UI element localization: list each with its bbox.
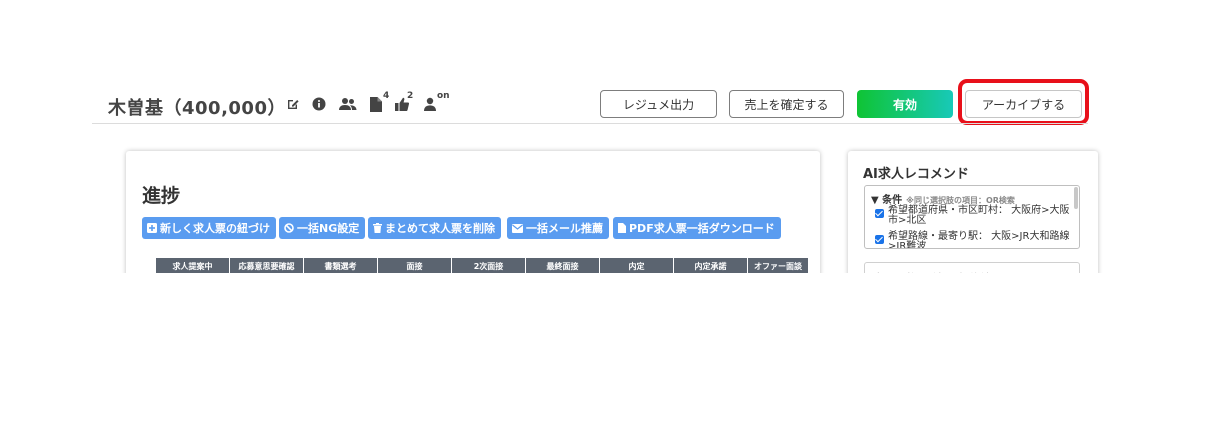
crop-mask bbox=[0, 273, 1209, 422]
header-divider bbox=[92, 123, 1088, 124]
conditions-note: ※同じ選択肢の項目：OR検索 bbox=[906, 196, 1015, 205]
status-header-cell: オファー面談 bbox=[748, 258, 808, 274]
document-count: 4 bbox=[383, 91, 390, 101]
status-header-cell: 内定 bbox=[600, 258, 673, 274]
status-header-cell: 最終面接 bbox=[526, 258, 599, 274]
archive-highlight bbox=[958, 79, 1089, 125]
ban-icon bbox=[284, 223, 294, 233]
link-new-job-button[interactable]: 新しく求人票の紐づけ bbox=[142, 217, 276, 239]
mail-icon bbox=[512, 223, 523, 233]
status-header-cell: 内定承諾 bbox=[674, 258, 747, 274]
ai-recommend-title: AI求人レコメンド bbox=[863, 167, 969, 182]
status-header-row: 求人提案中 応募意思要確認 書類選考 面接 2次面接 最終面接 内定 内定承諾 … bbox=[156, 258, 809, 274]
condition-checkbox[interactable] bbox=[875, 235, 884, 244]
edit-icon[interactable] bbox=[286, 97, 300, 113]
like-count: 2 bbox=[407, 91, 414, 101]
status-header-cell: 書類選考 bbox=[304, 258, 377, 274]
status-header-cell: 面接 bbox=[378, 258, 451, 274]
condition-checkbox[interactable] bbox=[875, 209, 884, 218]
bulk-delete-button[interactable]: まとめて求人票を削除 bbox=[368, 217, 501, 239]
progress-title: 進捗 bbox=[142, 185, 181, 207]
thumbs-up-icon[interactable]: 2 bbox=[395, 91, 413, 113]
bulk-mail-label: 一括メール推薦 bbox=[526, 222, 603, 235]
link-new-job-label: 新しく求人票の紐づけ bbox=[160, 222, 270, 235]
plus-square-icon bbox=[147, 223, 157, 233]
conditions-title[interactable]: ▼ 条件 ※同じ選択肢の項目：OR検索 bbox=[871, 191, 1015, 206]
progress-card: 進捗 新しく求人票の紐づけ 一括NG設定 まとめて求人票を削除 一括メール推薦 … bbox=[126, 151, 820, 281]
bulk-delete-label: まとめて求人票を削除 bbox=[385, 222, 495, 235]
bulk-ng-label: 一括NG設定 bbox=[297, 222, 360, 235]
pdf-download-label: PDF求人票一括ダウンロード bbox=[629, 222, 775, 235]
confirm-sales-button[interactable]: 売上を確定する bbox=[729, 90, 844, 118]
condition-text: 希望路線・最寄り駅： 大阪>JR大和路線>JR難波 bbox=[888, 231, 1070, 249]
trash-icon bbox=[373, 223, 382, 233]
condition-item: 希望路線・最寄り駅： 大阪>JR大和路線>JR難波 bbox=[875, 231, 1073, 249]
active-status-button[interactable]: 有効 bbox=[857, 90, 953, 118]
bulk-ng-button[interactable]: 一括NG設定 bbox=[279, 217, 366, 239]
page-title: 木曽基（400,000） bbox=[108, 98, 286, 119]
status-header-cell: 2次面接 bbox=[452, 258, 525, 274]
status-header-cell: 求人提案中 bbox=[156, 258, 229, 274]
pdf-download-button[interactable]: PDF求人票一括ダウンロード bbox=[613, 217, 781, 239]
conditions-box[interactable]: ▼ 条件 ※同じ選択肢の項目：OR検索 希望都道府県・市区町村： 大阪府>大阪市>… bbox=[864, 185, 1080, 249]
condition-item: 希望都道府県・市区町村： 大阪府>大阪市>北区 bbox=[875, 206, 1073, 226]
conditions-scrollbar[interactable] bbox=[1074, 187, 1078, 209]
bulk-mail-button[interactable]: 一括メール推薦 bbox=[507, 217, 609, 239]
user-status-icon[interactable]: on bbox=[424, 91, 450, 113]
ai-recommend-card: AI求人レコメンド ▼ 条件 ※同じ選択肢の項目：OR検索 希望都道府県・市区町村… bbox=[848, 151, 1098, 281]
condition-text: 希望都道府県・市区町村： 大阪府>大阪市>北区 bbox=[888, 205, 1070, 226]
resume-export-button[interactable]: レジュメ出力 bbox=[600, 90, 717, 118]
file-icon bbox=[618, 223, 626, 233]
info-icon[interactable] bbox=[312, 97, 326, 113]
users-icon[interactable] bbox=[339, 97, 357, 113]
user-status: on bbox=[437, 91, 450, 101]
status-header-cell: 応募意思要確認 bbox=[230, 258, 303, 274]
document-icon[interactable]: 4 bbox=[370, 91, 389, 113]
